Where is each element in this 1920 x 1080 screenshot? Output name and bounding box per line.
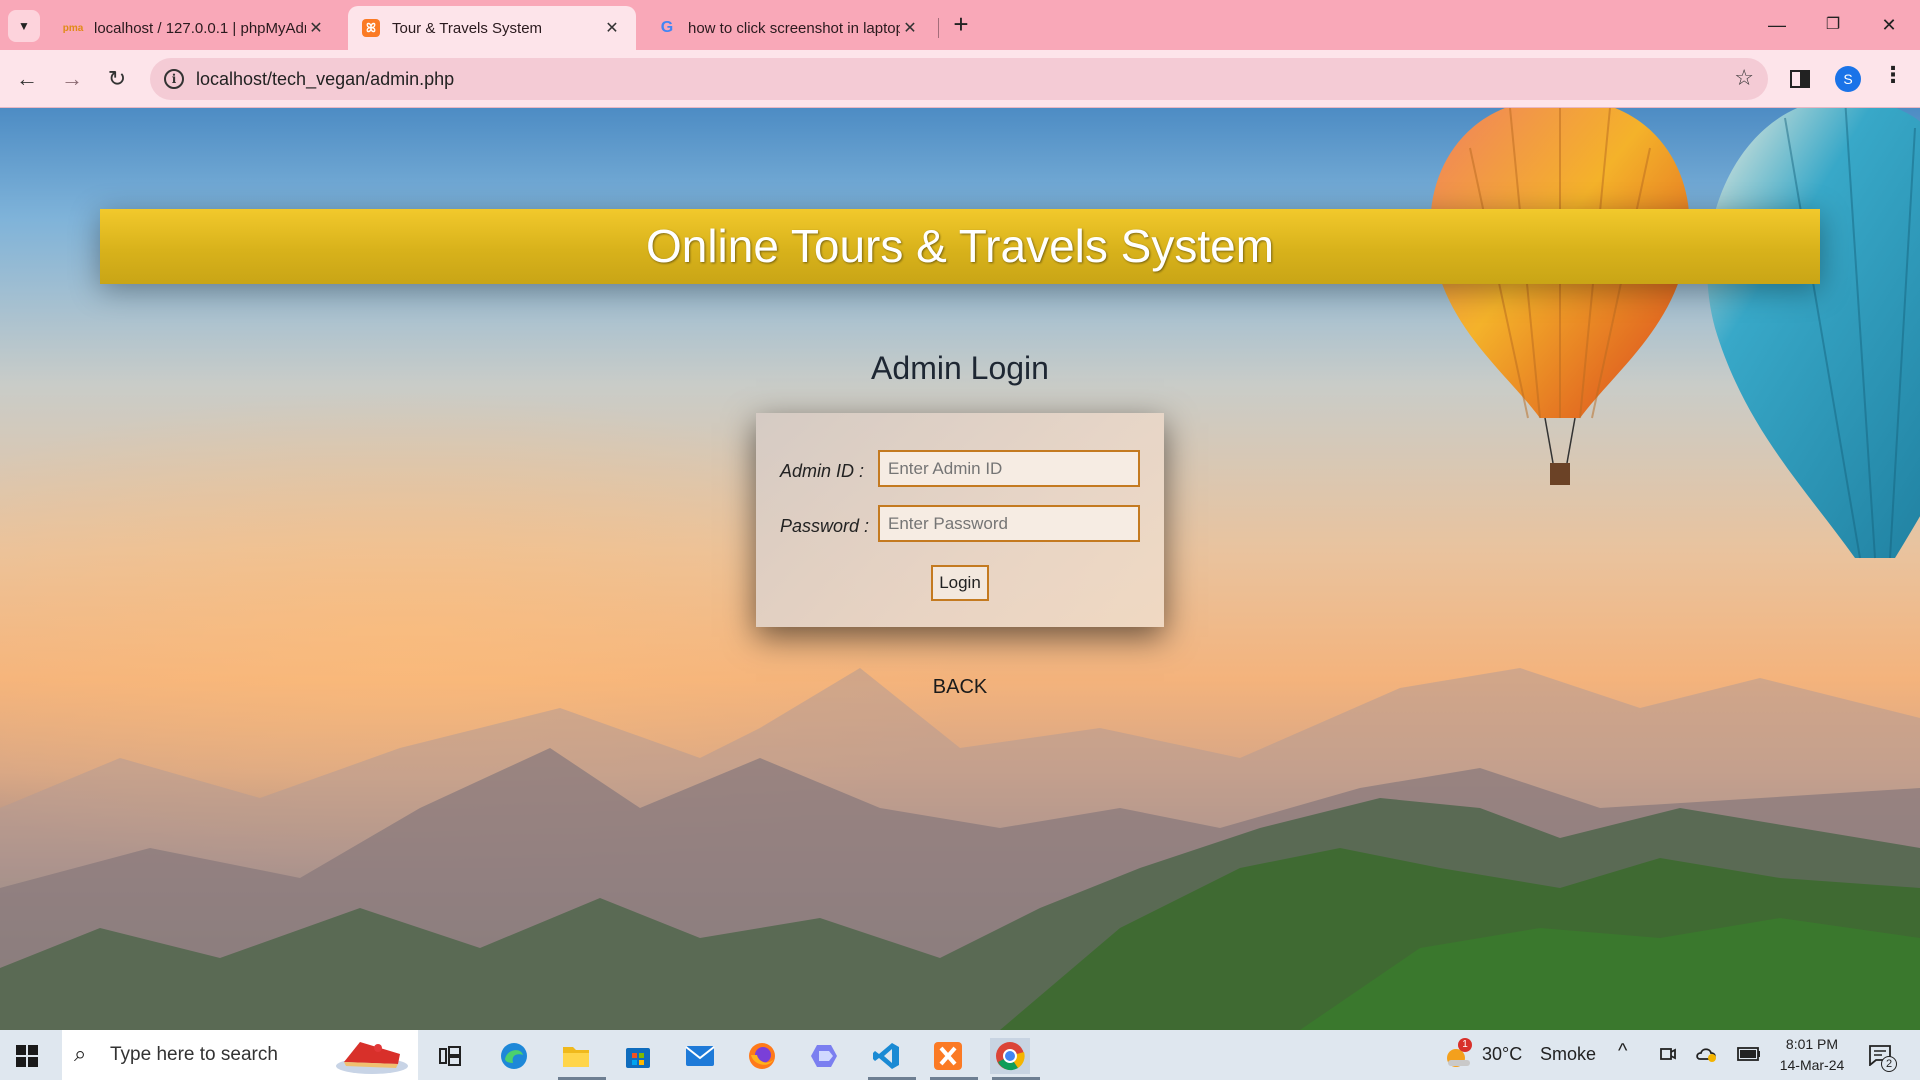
new-tab-button[interactable]: +: [946, 10, 976, 40]
password-label: Password :: [780, 516, 870, 536]
blue-balloon-image: [1707, 108, 1920, 559]
onedrive-icon[interactable]: [1696, 1045, 1718, 1063]
back-link[interactable]: BACK: [860, 676, 1060, 699]
clock-date: 14-Mar-24: [1779, 1057, 1845, 1073]
vscode-icon[interactable]: [866, 1038, 916, 1080]
task-view-icon[interactable]: [430, 1038, 470, 1074]
chrome-icon[interactable]: [990, 1038, 1040, 1080]
address-bar[interactable]: i localhost/tech_vegan/admin.php ☆: [150, 58, 1768, 100]
login-form: Admin ID : Password : Login: [756, 413, 1164, 627]
tab-phpmyadmin[interactable]: pma localhost / 127.0.0.1 | phpMyAdmin ✕: [50, 6, 340, 50]
chevron-up-icon[interactable]: ^: [1618, 1040, 1627, 1063]
login-heading: Admin Login: [871, 350, 1049, 386]
hot-air-balloon-image: [1430, 108, 1690, 485]
url-text[interactable]: localhost/tech_vegan/admin.php: [196, 69, 454, 90]
tab-title: Tour & Travels System: [392, 19, 543, 37]
reload-icon[interactable]: ↻: [100, 62, 134, 96]
tab-search-button[interactable]: ▼: [8, 10, 40, 42]
forward-arrow-icon[interactable]: →: [55, 62, 89, 96]
password-input[interactable]: [878, 505, 1140, 542]
tab-google-search[interactable]: G how to click screenshot in laptop ✕: [644, 6, 934, 50]
back-arrow-icon[interactable]: ←: [10, 62, 44, 96]
close-icon[interactable]: ✕: [306, 18, 326, 38]
close-icon[interactable]: ✕: [900, 18, 920, 38]
login-button[interactable]: Login: [931, 565, 989, 601]
restore-button[interactable]: ❐: [1810, 8, 1856, 42]
tab-separator: [938, 18, 939, 38]
edge-icon[interactable]: [494, 1038, 534, 1074]
file-explorer-icon[interactable]: [556, 1038, 606, 1080]
notification-count: 2: [1881, 1056, 1897, 1072]
windows-start-icon[interactable]: [16, 1045, 38, 1067]
admin-id-input[interactable]: [878, 450, 1140, 487]
windows-taskbar: ⌕ Type here to search 1 30°C Smoke ^ 8:0…: [0, 1030, 1920, 1080]
site-header-banner: Online Tours & Travels System: [100, 209, 1820, 284]
site-title: Online Tours & Travels System: [645, 220, 1275, 272]
meet-now-icon[interactable]: [1659, 1045, 1677, 1063]
google-icon: G: [660, 19, 674, 36]
tab-title: how to click screenshot in laptop: [688, 19, 900, 37]
copilot-icon[interactable]: [804, 1038, 844, 1074]
battery-icon[interactable]: [1737, 1047, 1761, 1061]
weather-alert-badge: 1: [1458, 1038, 1472, 1052]
browser-toolbar: ← → ↻ i localhost/tech_vegan/admin.php ☆…: [0, 50, 1920, 108]
browser-menu-icon[interactable]: ⋮: [1882, 62, 1904, 88]
microsoft-store-icon[interactable]: [618, 1038, 658, 1074]
weather-desc: Smoke: [1540, 1044, 1597, 1064]
side-panel-icon[interactable]: [1790, 70, 1810, 88]
bookmark-star-icon[interactable]: ☆: [1734, 65, 1754, 91]
search-icon: ⌕: [74, 1041, 87, 1066]
taskbar-search-placeholder: Type here to search: [110, 1044, 278, 1065]
phpmyadmin-icon: pma: [62, 22, 84, 34]
xampp-icon: ꕤ: [362, 19, 380, 37]
mail-icon[interactable]: [680, 1038, 720, 1074]
admin-id-label: Admin ID :: [780, 461, 865, 481]
taskbar-search-box[interactable]: ⌕ Type here to search: [62, 1030, 418, 1080]
system-clock[interactable]: 8:01 PM 14-Mar-24: [1766, 1034, 1858, 1076]
pie-illustration-icon: [336, 1042, 408, 1074]
site-info-icon[interactable]: i: [164, 69, 184, 89]
profile-avatar[interactable]: S: [1835, 66, 1861, 92]
weather-temp: 30°C: [1482, 1044, 1523, 1064]
minimize-button[interactable]: —: [1754, 8, 1800, 42]
firefox-icon[interactable]: [742, 1038, 782, 1074]
xampp-taskbar-icon[interactable]: [928, 1038, 978, 1080]
close-window-button[interactable]: ✕: [1866, 8, 1912, 42]
close-icon[interactable]: ✕: [602, 18, 622, 38]
tab-tour-travels[interactable]: ꕤ Tour & Travels System ✕: [348, 6, 636, 50]
browser-tab-bar: ▼ pma localhost / 127.0.0.1 | phpMyAdmin…: [0, 0, 1920, 50]
clock-time: 8:01 PM: [1785, 1036, 1839, 1052]
page-viewport: Online Tours & Travels System Admin Logi…: [0, 108, 1920, 1030]
tab-title: localhost / 127.0.0.1 | phpMyAdmin: [94, 19, 306, 37]
